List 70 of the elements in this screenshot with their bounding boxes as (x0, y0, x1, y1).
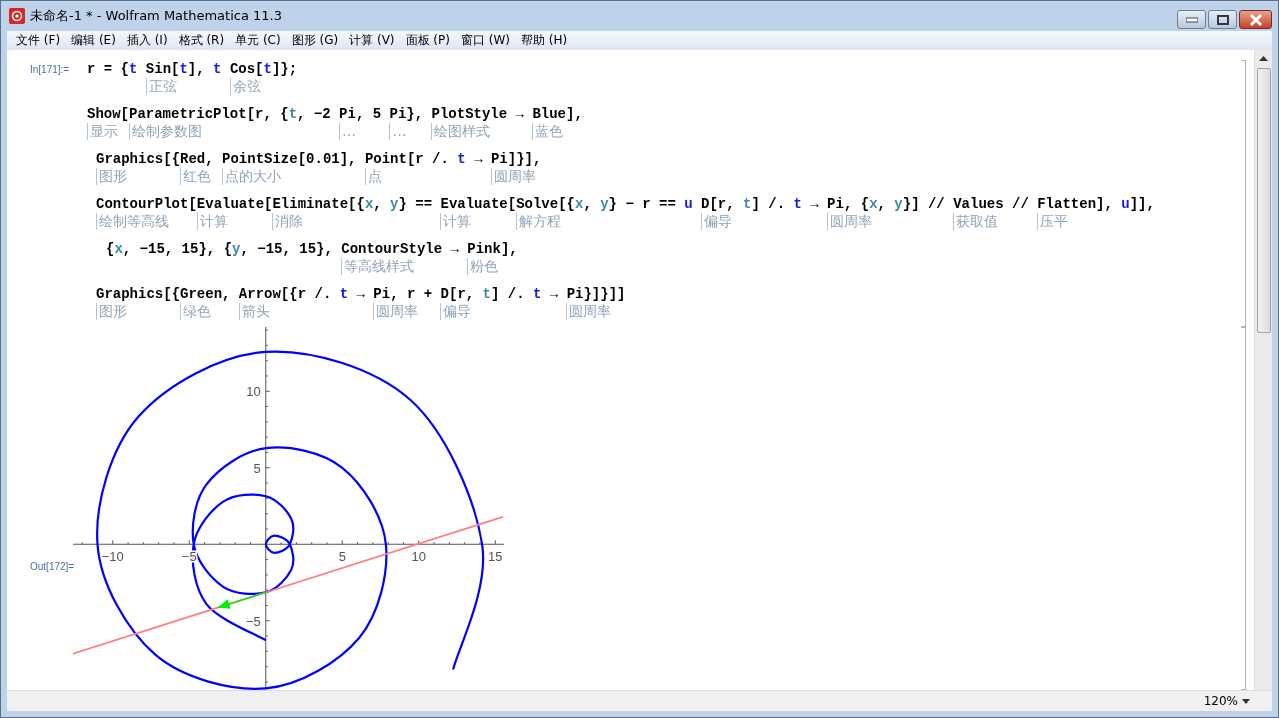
menu-item[interactable]: 窗口 (W) (455, 32, 516, 49)
maximize-icon (1216, 14, 1229, 25)
hint-label: 绿色 (180, 303, 211, 320)
y-tick-label: 10 (246, 384, 261, 400)
code-line: {x, −15, 15}, {y, −15, 15}, ContourStyle → Pink], (106, 240, 519, 258)
cell-bracket[interactable] (1241, 60, 1246, 327)
menu-item[interactable]: 面板 (P) (400, 32, 456, 49)
hint-label: 点 (364, 168, 382, 185)
hint-label: 偏导 (700, 213, 732, 230)
hint-label: 余弦 (229, 78, 261, 95)
y-tick-label: 5 (253, 460, 261, 476)
maximize-button[interactable] (1208, 10, 1237, 29)
hint-label: 红色 (180, 168, 211, 185)
menu-item[interactable]: 计算 (V) (344, 32, 401, 49)
hint-label: 计算 (440, 213, 472, 230)
menu-item[interactable]: 图形 (G) (286, 32, 345, 49)
code-line: Graphics[{Green, Arrow[{r /. t → Pi, r + D[r, t] /. t → Pi}]}]] (96, 285, 627, 303)
hint-label: 绘制参数图 (129, 123, 202, 140)
hint-label: 获取值 (952, 213, 998, 230)
hint-label: 圆周率 (490, 168, 536, 185)
close-icon (1248, 13, 1263, 26)
output-label: Out[172]= (29, 560, 73, 574)
hint-label: 压平 (1036, 213, 1068, 230)
hint-label: 箭头 (238, 303, 270, 320)
dropdown-caret-icon (1242, 698, 1250, 704)
window-title: 未命名-1 * - Wolfram Mathematica 11.3 (30, 7, 282, 25)
vertical-scrollbar[interactable] (1254, 50, 1272, 690)
y-tick-label: −5 (245, 613, 261, 629)
hint-label: 计算 (196, 213, 228, 230)
hint-label: 绘制等高线 (96, 213, 169, 230)
hint-label: 正弦 (145, 78, 177, 95)
hint-label: 偏导 (440, 303, 472, 320)
code-line: Graphics[{Red, PointSize[0.01], Point[r /. t → Pi]}], (96, 150, 543, 168)
hint-label: 图形 (96, 168, 127, 185)
minimize-icon (1185, 16, 1198, 23)
cell-bracket[interactable] (1241, 327, 1246, 690)
hint-label: 圆周率 (826, 213, 872, 230)
x-tick-label: 10 (411, 549, 426, 565)
hint-label: 粉色 (467, 258, 499, 275)
x-tick-label: −10 (101, 549, 124, 565)
menu-item[interactable]: 编辑 (E) (66, 32, 122, 49)
scroll-up-icon (1259, 56, 1268, 61)
hint-label: 解方程 (516, 213, 561, 230)
hint-label: 圆周率 (373, 303, 419, 320)
input-label: In[171]:= (29, 63, 71, 77)
hint-label: 圆周率 (566, 303, 612, 320)
hint-label: 绘图样式 (431, 123, 491, 140)
menu-item[interactable]: 帮助 (H) (516, 32, 574, 49)
hint-label: … (389, 123, 407, 140)
menu-item[interactable]: 单元 (C) (230, 32, 287, 49)
hint-label: 等高线样式 (341, 258, 415, 275)
app-logo-icon (9, 8, 25, 24)
code-line: ContourPlot[Evaluate[Eliminate[{x, y} == Evaluate[Solve[{x, y} − r == u D[r, t] /. t → Pi, {x, y}] // Values // Flatten], u]], (96, 195, 1155, 213)
hint-label: … (339, 123, 356, 140)
code-line: r = {t Sin[t], t Cos[t]}; (87, 60, 299, 78)
scrollbar-thumb[interactable] (1256, 68, 1271, 333)
zoom-dropdown[interactable]: 120% (1203, 694, 1238, 708)
x-tick-label: 5 (338, 549, 346, 565)
menu-item[interactable]: 文件 (F) (11, 32, 67, 49)
hint-label: 蓝色 (532, 123, 564, 140)
minimize-button[interactable] (1177, 10, 1206, 29)
menu-item[interactable]: 格式 (R) (173, 32, 231, 49)
hint-label: 消除 (272, 213, 304, 230)
close-button[interactable] (1239, 10, 1272, 29)
menu-item[interactable]: 插入 (I) (121, 32, 174, 49)
hint-label: 图形 (96, 303, 127, 320)
hint-label: 点的大小 (222, 168, 281, 185)
x-tick-label: 15 (488, 549, 503, 565)
code-line: Show[ParametricPlot[r, {t, −2 Pi, 5 Pi}, PlotStyle → Blue], (87, 105, 584, 123)
hint-label: 显示 (87, 123, 118, 140)
